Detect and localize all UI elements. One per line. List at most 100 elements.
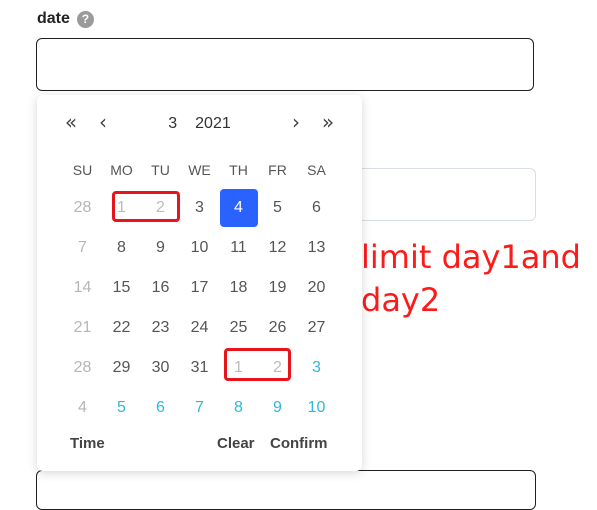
- day-cell[interactable]: 15: [102, 268, 141, 308]
- day-number: 10: [307, 399, 326, 416]
- day-cell[interactable]: 6: [141, 388, 180, 428]
- day-cell[interactable]: 22: [102, 308, 141, 348]
- annotation-line-2: day2: [361, 281, 441, 319]
- day-cell[interactable]: 10: [180, 228, 219, 268]
- day-cell[interactable]: 30: [141, 348, 180, 388]
- day-cell: 2: [258, 348, 297, 388]
- day-cell[interactable]: 9: [141, 228, 180, 268]
- day-cell[interactable]: 18: [219, 268, 258, 308]
- next-month-icon[interactable]: ›: [284, 109, 308, 135]
- date-input[interactable]: [36, 38, 534, 91]
- day-cell[interactable]: 12: [258, 228, 297, 268]
- weekday-we: WE: [188, 162, 211, 178]
- day-number: 13: [307, 239, 326, 256]
- day-cell[interactable]: 25: [219, 308, 258, 348]
- day-number: 4: [219, 189, 258, 227]
- day-cell[interactable]: 4: [63, 388, 102, 428]
- day-cell[interactable]: 13: [297, 228, 336, 268]
- day-cell[interactable]: 9: [258, 388, 297, 428]
- day-number: 5: [273, 199, 282, 216]
- year-label[interactable]: 2021: [195, 115, 231, 133]
- day-number: 1: [234, 359, 243, 376]
- month-label[interactable]: 3: [168, 115, 177, 133]
- day-number: 1: [117, 199, 126, 216]
- day-cell[interactable]: 16: [141, 268, 180, 308]
- day-cell[interactable]: 26: [258, 308, 297, 348]
- day-cell[interactable]: 28: [63, 188, 102, 228]
- day-number: 3: [312, 359, 321, 376]
- day-cell: 1: [102, 188, 141, 228]
- day-number: 30: [151, 359, 170, 376]
- day-cell[interactable]: 27: [297, 308, 336, 348]
- weekday-header: SU MO TU WE TH FR SA: [63, 162, 336, 178]
- next-year-icon[interactable]: »: [316, 109, 340, 135]
- day-cell[interactable]: 7: [180, 388, 219, 428]
- day-cell[interactable]: 28: [63, 348, 102, 388]
- day-number: 6: [312, 199, 321, 216]
- day-cell[interactable]: 8: [102, 228, 141, 268]
- day-cell[interactable]: 3: [180, 188, 219, 228]
- day-number: 21: [73, 319, 92, 336]
- bottom-input[interactable]: [36, 470, 536, 510]
- day-number: 26: [268, 319, 287, 336]
- day-number: 9: [273, 399, 282, 416]
- day-cell[interactable]: 19: [258, 268, 297, 308]
- day-cell[interactable]: 23: [141, 308, 180, 348]
- calendar-title: 3 2021: [37, 115, 362, 133]
- day-cell[interactable]: 8: [219, 388, 258, 428]
- day-cell[interactable]: 29: [102, 348, 141, 388]
- day-number: 8: [117, 239, 126, 256]
- day-number: 9: [156, 239, 165, 256]
- day-number: 22: [112, 319, 131, 336]
- background-input[interactable]: [340, 168, 536, 221]
- weekday-sa: SA: [307, 162, 326, 178]
- day-cell[interactable]: 17: [180, 268, 219, 308]
- day-cell[interactable]: 31: [180, 348, 219, 388]
- day-number: 24: [190, 319, 209, 336]
- day-cell[interactable]: 7: [63, 228, 102, 268]
- weekday-tu: TU: [151, 162, 170, 178]
- day-cell[interactable]: 3: [297, 348, 336, 388]
- day-cell[interactable]: 24: [180, 308, 219, 348]
- date-picker-popup: « ‹ 3 2021 › » SU MO TU WE TH FR SA 28 1 2 3 4 5 6 7 8…: [37, 95, 362, 471]
- day-number: 6: [156, 399, 165, 416]
- day-number: 3: [195, 199, 204, 216]
- calendar-footer: Time Clear Confirm: [37, 435, 362, 457]
- day-cell[interactable]: 14: [63, 268, 102, 308]
- day-cell[interactable]: 6: [297, 188, 336, 228]
- help-icon[interactable]: ?: [76, 10, 94, 28]
- day-cell[interactable]: 4: [219, 188, 258, 228]
- day-number: 28: [73, 359, 92, 376]
- day-number: 27: [307, 319, 326, 336]
- day-cell[interactable]: 5: [258, 188, 297, 228]
- day-cell[interactable]: 5: [102, 388, 141, 428]
- day-number: 23: [151, 319, 170, 336]
- confirm-button[interactable]: Confirm: [270, 435, 328, 452]
- day-number: 8: [234, 399, 243, 416]
- date-label-text: date: [37, 10, 70, 27]
- day-number: 28: [73, 199, 92, 216]
- day-cell[interactable]: 10: [297, 388, 336, 428]
- day-grid: 28 1 2 3 4 5 6 7 8 9 10 11 12 13 14 15 16 17 18 19 20 21 22 23 2…: [63, 188, 336, 428]
- date-field-label: date ?: [37, 10, 94, 28]
- day-cell[interactable]: 11: [219, 228, 258, 268]
- day-cell: 2: [141, 188, 180, 228]
- day-number: 29: [112, 359, 131, 376]
- weekday-su: SU: [72, 162, 93, 178]
- weekday-mo: MO: [110, 162, 133, 178]
- day-cell: 1: [219, 348, 258, 388]
- day-number: 7: [78, 239, 87, 256]
- day-number: 25: [229, 319, 248, 336]
- day-cell[interactable]: 21: [63, 308, 102, 348]
- clear-button[interactable]: Clear: [217, 435, 255, 452]
- day-number: 16: [151, 279, 170, 296]
- day-number: 2: [156, 199, 165, 216]
- day-number: 15: [112, 279, 131, 296]
- day-number: 14: [73, 279, 92, 296]
- day-number: 2: [273, 359, 282, 376]
- day-number: 18: [229, 279, 248, 296]
- day-number: 31: [190, 359, 209, 376]
- day-cell[interactable]: 20: [297, 268, 336, 308]
- day-number: 4: [78, 399, 87, 416]
- time-button[interactable]: Time: [70, 435, 105, 452]
